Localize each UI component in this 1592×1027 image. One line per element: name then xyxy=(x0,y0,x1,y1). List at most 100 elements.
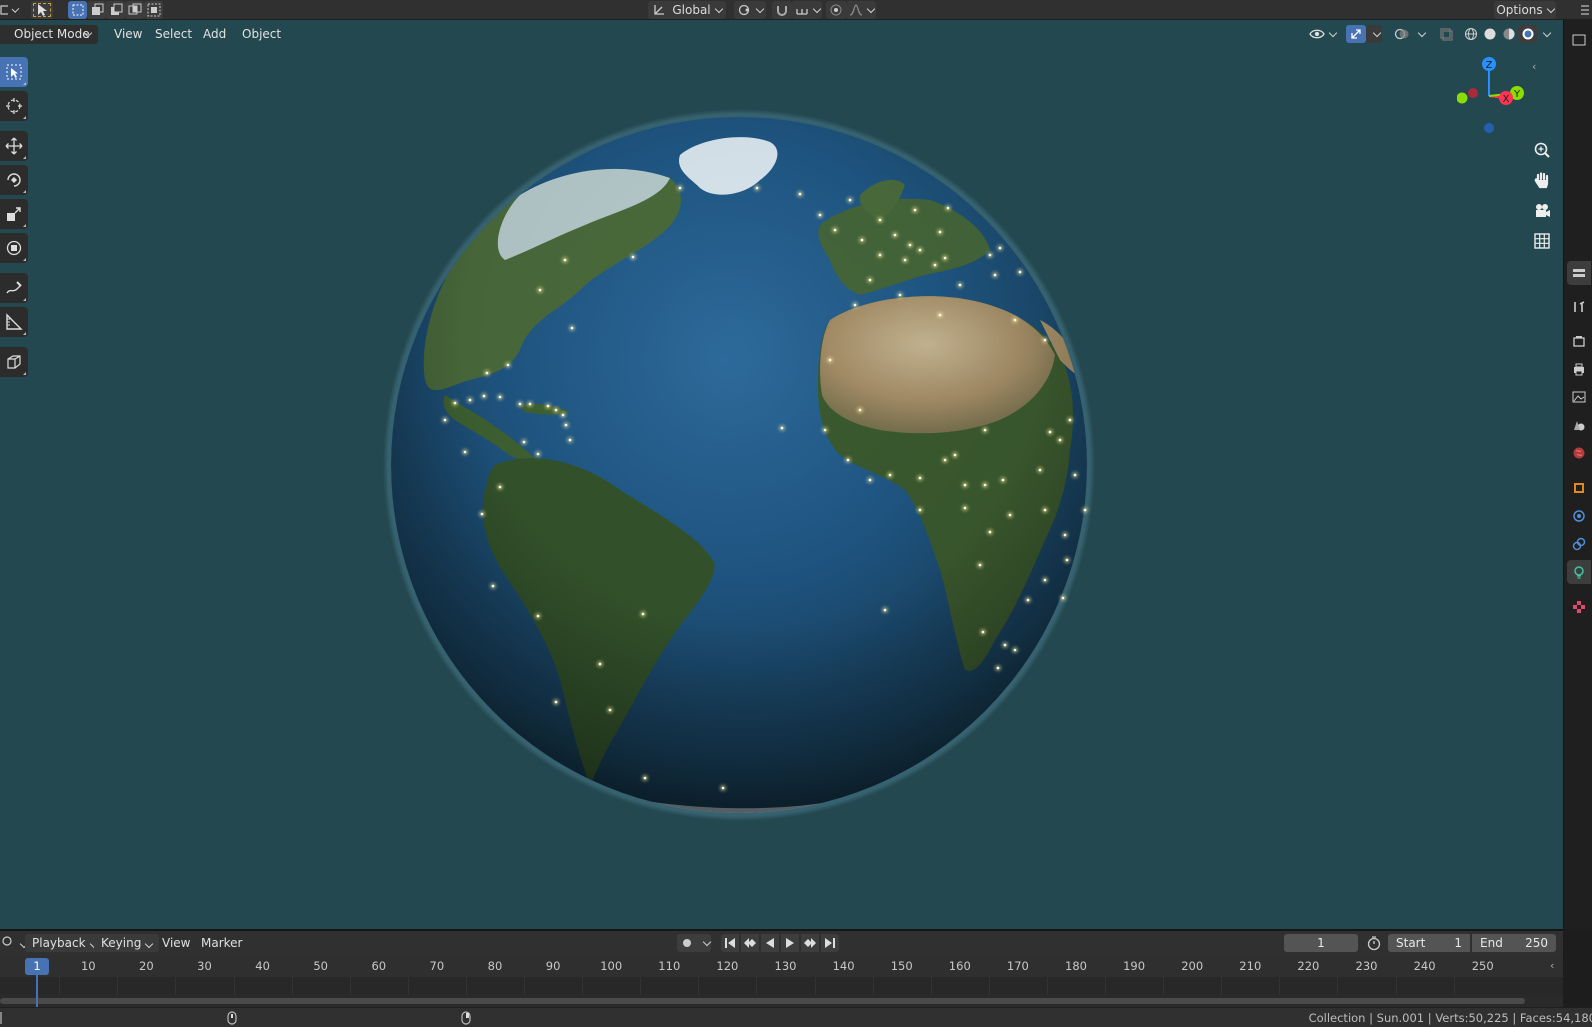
tab-object-data-light[interactable] xyxy=(1567,560,1591,584)
object-mode-select[interactable]: Object Mode xyxy=(0,25,98,44)
city-light xyxy=(568,438,572,442)
right-mouse-icon xyxy=(461,1011,471,1025)
end-frame-field[interactable]: End 250 xyxy=(1472,934,1556,952)
neg-y-axis-ball[interactable] xyxy=(1457,92,1468,104)
city-light xyxy=(823,428,827,432)
options-menu[interactable]: Options xyxy=(1494,1,1556,19)
tab-render[interactable] xyxy=(1567,329,1591,353)
select-new-button[interactable] xyxy=(68,1,87,19)
view-menu[interactable]: View xyxy=(108,25,148,44)
proportional-edit-toggle[interactable] xyxy=(826,1,846,19)
play-button[interactable] xyxy=(781,934,799,952)
add-menu[interactable]: Add xyxy=(197,25,232,44)
properties-editor-toggle[interactable] xyxy=(1567,261,1591,285)
camera-view-button[interactable] xyxy=(1529,198,1555,224)
frame-grid-line xyxy=(175,977,177,995)
tab-texture[interactable] xyxy=(1567,595,1591,619)
marker-menu[interactable]: Marker xyxy=(194,934,249,952)
select-invert-button[interactable] xyxy=(125,1,144,19)
city-light xyxy=(848,198,852,202)
navigation-gizmo[interactable]: Y X Z xyxy=(1457,56,1537,156)
select-mode-button[interactable] xyxy=(31,1,53,19)
object-menu[interactable]: Object xyxy=(236,25,287,44)
ruler-tick-label: 110 xyxy=(658,959,681,973)
select-subtract-button[interactable] xyxy=(106,1,125,19)
tool-annotate[interactable] xyxy=(0,273,28,303)
play-reverse-button[interactable] xyxy=(761,934,779,952)
frame-ruler[interactable]: 10 20 30 40 50 60 70 80 90 100 110 120 130 140 150 160 1… xyxy=(0,955,1563,977)
tab-world[interactable] xyxy=(1567,441,1591,465)
tab-view-layer[interactable] xyxy=(1567,385,1591,409)
neg-z-axis-ball[interactable] xyxy=(1484,123,1494,133)
tab-output[interactable] xyxy=(1567,357,1591,381)
proportional-falloff-select[interactable] xyxy=(846,1,876,19)
ruler-tick-label: 30 xyxy=(197,959,212,973)
shading-options[interactable] xyxy=(1537,25,1551,43)
physics-orbit-icon xyxy=(1573,510,1585,522)
gizmo-toggle[interactable] xyxy=(1346,25,1366,43)
tab-tool[interactable] xyxy=(1567,295,1591,319)
tool-measure[interactable] xyxy=(0,307,28,337)
city-light xyxy=(678,186,682,190)
start-frame-field[interactable]: Start 1 xyxy=(1388,934,1470,952)
transform-orientation-select[interactable]: Global xyxy=(648,1,726,19)
select-intersect-button[interactable] xyxy=(144,1,163,19)
neg-x-axis-ball[interactable] xyxy=(1468,88,1478,98)
city-light xyxy=(983,483,987,487)
select-extend-icon xyxy=(91,3,103,15)
pan-button[interactable] xyxy=(1529,167,1555,193)
xray-toggle[interactable] xyxy=(1437,25,1455,43)
select-menu[interactable]: Select xyxy=(149,25,198,44)
shading-material-button[interactable] xyxy=(1499,25,1518,43)
tool-select-box[interactable] xyxy=(0,57,28,87)
jump-to-keyframe-prev-button[interactable] xyxy=(741,934,759,952)
stopwatch-icon[interactable] xyxy=(1366,935,1382,954)
keying-set-dropdown[interactable] xyxy=(697,934,711,952)
timeline-sidebar-arrow[interactable]: ‹ xyxy=(1550,959,1554,972)
current-frame-field[interactable]: 1 xyxy=(1284,934,1358,952)
editor-type-menu[interactable] xyxy=(0,1,18,19)
playback-menu[interactable]: Playback xyxy=(25,934,104,952)
3d-viewport[interactable]: Object Mode View Select Add Object Y X Z… xyxy=(0,20,1563,929)
tool-move[interactable] xyxy=(0,131,28,161)
tab-scene[interactable] xyxy=(1567,413,1591,437)
visibility-select[interactable] xyxy=(1307,25,1337,43)
city-light xyxy=(506,363,510,367)
tab-constraints[interactable] xyxy=(1567,532,1591,556)
auto-keying-toggle[interactable] xyxy=(677,934,697,952)
shading-rendered-button[interactable] xyxy=(1518,25,1537,43)
sidebar-collapse-arrow[interactable]: ‹ xyxy=(1532,60,1536,73)
keying-menu[interactable]: Keying xyxy=(94,934,160,952)
zoom-button[interactable] xyxy=(1529,137,1555,163)
overlays-options[interactable] xyxy=(1412,25,1426,43)
shading-wireframe-button[interactable] xyxy=(1461,25,1480,43)
tool-transform[interactable] xyxy=(0,233,28,263)
shading-solid-button[interactable] xyxy=(1480,25,1499,43)
snap-target-select[interactable] xyxy=(792,1,822,19)
x-axis-label: X xyxy=(1503,94,1510,105)
tool-scale[interactable] xyxy=(0,199,28,229)
timeline-keyframe-area[interactable] xyxy=(0,977,1563,995)
tool-add-cube[interactable] xyxy=(0,347,28,377)
y-axis-label: Y xyxy=(1513,89,1521,100)
tab-object[interactable] xyxy=(1567,476,1591,500)
jump-to-end-button[interactable] xyxy=(821,934,839,952)
overlays-toggle[interactable] xyxy=(1392,25,1412,43)
area-options-icon[interactable] xyxy=(1578,1,1592,19)
ortho-toggle-button[interactable] xyxy=(1529,228,1555,254)
timeline-view-menu[interactable]: View xyxy=(155,934,197,952)
timeline-scrollbar[interactable] xyxy=(0,998,1525,1004)
jump-to-start-button[interactable] xyxy=(721,934,739,952)
select-extend-button[interactable] xyxy=(87,1,106,19)
z-axis-label: Z xyxy=(1486,60,1493,71)
tool-cursor[interactable] xyxy=(0,91,28,121)
outliner-toggle[interactable] xyxy=(1567,28,1591,52)
jump-to-keyframe-next-button[interactable] xyxy=(801,934,819,952)
tool-rotate[interactable] xyxy=(0,165,28,195)
snap-toggle[interactable] xyxy=(772,1,792,19)
tab-physics[interactable] xyxy=(1567,504,1591,528)
gizmo-options[interactable] xyxy=(1366,25,1382,43)
pivot-point-select[interactable] xyxy=(734,1,766,19)
playhead-frame-badge[interactable]: 1 xyxy=(25,958,49,975)
ruler-tick-label: 240 xyxy=(1413,959,1436,973)
